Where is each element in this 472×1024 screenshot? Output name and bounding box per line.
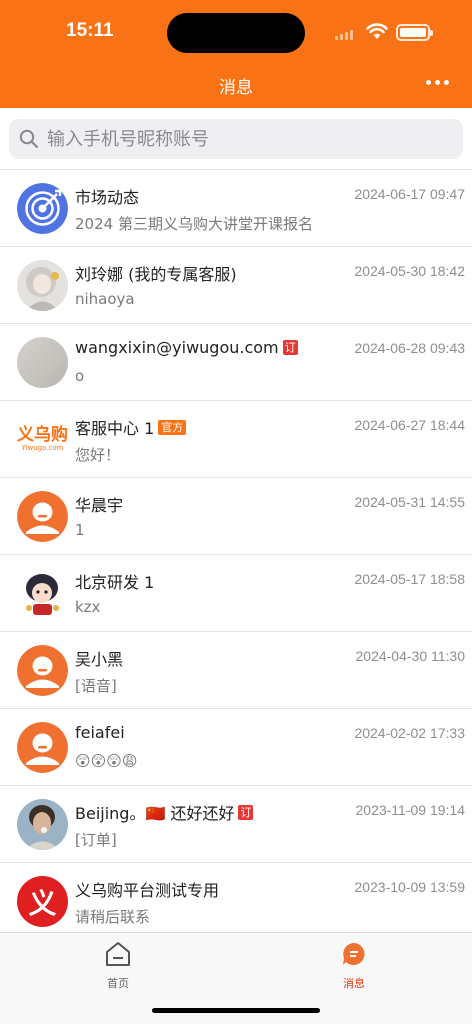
user-photo-avatar — [17, 337, 68, 388]
conversation-name: 刘玲娜 (我的专属客服) — [75, 265, 237, 284]
conversation-time: 2024-02-02 17:33 — [354, 725, 465, 741]
conversation-preview: [语音] — [75, 677, 117, 695]
conversation-time: 2024-05-17 18:58 — [354, 571, 465, 587]
conversation-preview: nihaoya — [75, 290, 135, 308]
search-icon — [19, 129, 39, 149]
conversation-name: Beijing。🇨🇳 还好还好 订 — [75, 804, 254, 823]
conversation-preview: kzx — [75, 598, 101, 616]
default-user-avatar — [17, 645, 68, 696]
official-tag: 官方 — [158, 419, 187, 435]
conversation-time: 2024-06-28 09:43 — [354, 340, 465, 356]
conversation-name: feiafei — [75, 723, 125, 742]
conversation-preview: 您好！ — [75, 446, 121, 464]
conversation-name: 市场动态 — [75, 188, 140, 207]
conversation-preview: 1 — [75, 521, 85, 539]
home-icon — [106, 942, 130, 966]
conversation-item[interactable]: 刘玲娜 (我的专属客服) 2024-05-30 18:42 nihaoya — [0, 247, 472, 324]
yiwugo-logo: 义乌购 Yiwugo.com — [17, 425, 68, 452]
conversation-preview: [订单] — [75, 831, 117, 849]
conversation-preview: o — [75, 367, 85, 385]
status-time: 15:11 — [66, 20, 114, 41]
conversation-item[interactable]: 义乌购 Yiwugo.com 客服中心 1 官方 2024-06-27 18:4… — [0, 401, 472, 478]
conversation-name: 客服中心 1 官方 — [75, 415, 187, 439]
tab-home[interactable]: 首页 — [78, 941, 158, 991]
conversation-time: 2024-06-27 18:44 — [354, 417, 465, 433]
conversation-time: 2024-04-30 11:30 — [355, 648, 466, 664]
home-indicator — [152, 1008, 320, 1013]
cellular-signal-icon — [335, 30, 353, 40]
target-icon — [17, 183, 68, 234]
conversation-time: 2024-06-17 09:47 — [354, 186, 465, 202]
app-header: 15:11 消息 — [0, 0, 472, 108]
user-icon — [17, 722, 68, 773]
conversation-name: 义乌购平台测试专用 — [75, 881, 220, 900]
conversation-name: 北京研发 1 — [75, 573, 155, 592]
tab-messages-label: 消息 — [343, 977, 365, 990]
conversation-item[interactable]: 吴小黑 2024-04-30 11:30 [语音] — [0, 632, 472, 709]
order-tag: 订 — [282, 340, 298, 355]
wifi-icon — [366, 23, 388, 39]
conversation-name: 吴小黑 — [75, 650, 124, 669]
conversation-item[interactable]: wangxixin@yiwugou.com 订 2024-06-28 09:43… — [0, 324, 472, 401]
user-icon — [17, 491, 68, 542]
default-user-avatar — [17, 722, 68, 773]
cartoon-avatar — [17, 568, 68, 619]
conversation-list: 市场动态 2024-06-17 09:47 2024 第三期义乌购大讲堂开课报名… — [0, 170, 472, 940]
default-user-avatar — [17, 491, 68, 542]
conversation-name: wangxixin@yiwugou.com 订 — [75, 338, 298, 357]
page-title: 消息 — [219, 78, 253, 98]
conversation-preview: 请稍后联系 — [75, 908, 151, 926]
conversation-preview: 😲😲😲😩 — [75, 752, 138, 770]
message-icon — [343, 943, 365, 965]
search-input[interactable] — [47, 128, 427, 150]
more-options-icon[interactable] — [426, 80, 449, 85]
conversation-item[interactable]: 义 义乌购平台测试专用 2023-10-09 13:59 请稍后联系 — [0, 863, 472, 940]
conversation-time: 2024-05-30 18:42 — [354, 263, 465, 279]
conversation-item[interactable]: 市场动态 2024-06-17 09:47 2024 第三期义乌购大讲堂开课报名 — [0, 170, 472, 247]
conversation-preview: 2024 第三期义乌购大讲堂开课报名 — [75, 215, 313, 233]
battery-icon — [396, 24, 433, 41]
dynamic-island — [167, 13, 305, 53]
conversation-name: 华晨宇 — [75, 496, 124, 515]
tab-home-label: 首页 — [107, 977, 129, 990]
user-photo-avatar — [17, 260, 68, 311]
user-photo-avatar — [17, 799, 68, 850]
yi-logo-avatar: 义 — [17, 876, 68, 927]
market-news-avatar — [17, 183, 68, 234]
conversation-item[interactable]: 华晨宇 2024-05-31 14:55 1 — [0, 478, 472, 555]
conversation-item[interactable]: 北京研发 1 2024-05-17 18:58 kzx — [0, 555, 472, 632]
search-bar — [0, 108, 472, 170]
conversation-item[interactable]: Beijing。🇨🇳 还好还好 订 2023-11-09 19:14 [订单] — [0, 786, 472, 863]
user-icon — [17, 645, 68, 696]
conversation-item[interactable]: feiafei 2024-02-02 17:33 😲😲😲😩 — [0, 709, 472, 786]
conversation-time: 2023-10-09 13:59 — [354, 879, 465, 895]
tab-messages[interactable]: 消息 — [314, 941, 394, 991]
search-box[interactable] — [9, 119, 463, 159]
order-tag: 订 — [238, 804, 254, 820]
conversation-time: 2023-11-09 19:14 — [355, 802, 466, 818]
conversation-time: 2024-05-31 14:55 — [354, 494, 465, 510]
